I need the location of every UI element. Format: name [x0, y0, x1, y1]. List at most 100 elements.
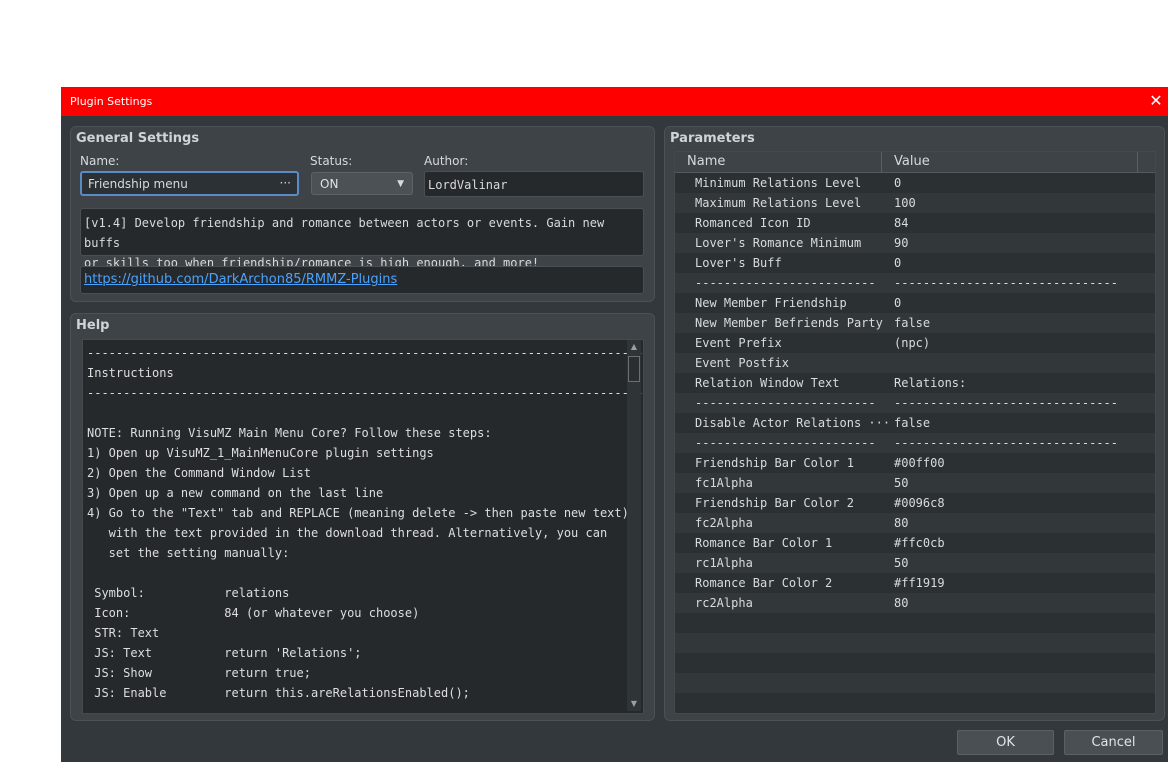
parameter-value: 100	[894, 196, 916, 210]
help-line: 1) Open up VisuMZ_1_MainMenuCore plugin …	[87, 446, 434, 460]
help-title: Help	[76, 318, 110, 333]
parameter-value: #ffc0cb	[894, 536, 945, 550]
parameter-value: 84	[894, 216, 909, 230]
parameter-name: Friendship Bar Color 2	[695, 496, 854, 510]
table-row[interactable]: fc2Alpha 80	[675, 513, 1155, 533]
table-row[interactable]: fc1Alpha 50	[675, 473, 1155, 493]
parameter-name: -------------------------	[695, 436, 876, 450]
table-row[interactable]: ------------------------- ---------------…	[675, 433, 1155, 453]
parameter-name: Romanced Icon ID	[695, 216, 811, 230]
parameter-value: 0	[894, 256, 902, 270]
ok-button[interactable]: OK	[957, 730, 1054, 755]
table-row[interactable]: Friendship Bar Color 2 #0096c8	[675, 493, 1155, 513]
help-line: STR: Text	[87, 626, 160, 640]
table-row[interactable]: Event Postfix	[675, 353, 1155, 373]
table-row[interactable]: Romance Bar Color 1 #ffc0cb	[675, 533, 1155, 553]
author-field[interactable]: LordValinar	[424, 171, 644, 197]
table-row[interactable]	[675, 693, 1155, 713]
scrollbar-thumb[interactable]	[628, 356, 640, 382]
parameters-table: Name Value Minimum Relations Level 0 Maxim…	[674, 151, 1156, 714]
help-line: JS: Show return true;	[87, 666, 311, 680]
name-field[interactable]: Friendship menu ···	[80, 171, 299, 196]
description-line: [v1.4] Develop friendship and romance be…	[84, 216, 605, 250]
parameter-value: #ff1919	[894, 576, 945, 590]
parameter-name: Romance Bar Color 1	[695, 536, 833, 550]
table-row[interactable]: Disable Actor Relations ··· false	[675, 413, 1155, 433]
help-line: NOTE: Running VisuMZ Main Menu Core? Fol…	[87, 426, 492, 440]
url-field: https://github.com/DarkArchon85/RMMZ-Plu…	[80, 266, 644, 294]
help-line: with the text provided in the download t…	[87, 526, 608, 540]
parameter-value: -------------------------------	[894, 276, 1118, 290]
parameter-name: -------------------------	[695, 396, 876, 410]
parameter-value: -------------------------------	[894, 396, 1118, 410]
parameter-name: Lover's Romance Minimum	[695, 236, 862, 250]
column-header-name[interactable]: Name	[687, 154, 725, 169]
help-line: ----------------------------------------…	[87, 346, 644, 360]
table-row[interactable]: Friendship Bar Color 1 #00ff00	[675, 453, 1155, 473]
table-row[interactable]: Event Prefix (npc)	[675, 333, 1155, 353]
name-browse-button[interactable]: ···	[280, 176, 291, 190]
cancel-button[interactable]: Cancel	[1064, 730, 1163, 755]
author-label: Author:	[424, 154, 469, 168]
parameter-name: Relation Window Text	[695, 376, 840, 390]
scroll-down-icon[interactable]: ▼	[627, 697, 641, 711]
parameter-name: Event Postfix	[695, 356, 789, 370]
parameter-value: 50	[894, 556, 909, 570]
parameter-name: fc2Alpha	[695, 516, 753, 530]
parameter-name: Maximum Relations Level	[695, 196, 862, 210]
table-row[interactable]: rc1Alpha 50	[675, 553, 1155, 573]
parameter-name: New Member Befriends Party	[695, 316, 883, 330]
parameter-name: fc1Alpha	[695, 476, 753, 490]
parameters-title: Parameters	[670, 131, 755, 146]
plugin-url-link[interactable]: https://github.com/DarkArchon85/RMMZ-Plu…	[84, 272, 397, 287]
parameter-name: Romance Bar Color 2	[695, 576, 833, 590]
help-line: JS: Enable return this.areRelationsEnabl…	[87, 686, 470, 700]
table-row[interactable]: rc2Alpha 80	[675, 593, 1155, 613]
close-icon[interactable]: ✕	[1146, 90, 1166, 112]
status-select[interactable]: ON ▼	[311, 172, 413, 195]
parameter-value: -------------------------------	[894, 436, 1118, 450]
table-row[interactable]: Relation Window Text Relations:	[675, 373, 1155, 393]
name-label: Name:	[80, 154, 120, 168]
parameter-name: rc2Alpha	[695, 596, 753, 610]
table-row[interactable]: Romanced Icon ID 84	[675, 213, 1155, 233]
description-field[interactable]: [v1.4] Develop friendship and romance be…	[80, 208, 644, 270]
table-row[interactable]: Minimum Relations Level 0	[675, 173, 1155, 193]
help-scrollbar[interactable]: ▲ ▼	[627, 340, 641, 711]
chevron-down-icon: ▼	[397, 179, 404, 189]
column-header-value[interactable]: Value	[894, 154, 930, 169]
parameter-name: Friendship Bar Color 1	[695, 456, 854, 470]
name-value: Friendship menu	[88, 177, 188, 191]
parameter-value: 0	[894, 176, 902, 190]
table-row[interactable]: ------------------------- ---------------…	[675, 393, 1155, 413]
parameter-name: Disable Actor Relations ···	[695, 416, 891, 430]
table-row[interactable]: New Member Friendship 0	[675, 293, 1155, 313]
table-row[interactable]: Lover's Romance Minimum 90	[675, 233, 1155, 253]
help-line: ----------------------------------------…	[87, 386, 644, 400]
scroll-up-icon[interactable]: ▲	[627, 340, 641, 354]
help-line: JS: Text return 'Relations';	[87, 646, 362, 660]
parameter-value: false	[894, 416, 931, 430]
parameter-name: -------------------------	[695, 276, 876, 290]
table-row[interactable]	[675, 633, 1155, 653]
status-label: Status:	[310, 154, 353, 168]
table-row[interactable]: New Member Befriends Party false	[675, 313, 1155, 333]
table-row[interactable]	[675, 613, 1155, 633]
parameter-name: rc1Alpha	[695, 556, 753, 570]
parameter-value: (npc)	[894, 336, 931, 350]
table-row[interactable]: ------------------------- ---------------…	[675, 273, 1155, 293]
table-row[interactable]: Maximum Relations Level 100	[675, 193, 1155, 213]
help-line: Instructions	[87, 366, 174, 380]
table-row[interactable]: Lover's Buff 0	[675, 253, 1155, 273]
help-text-area[interactable]: ----------------------------------------…	[82, 339, 644, 714]
help-line: Icon: 84 (or whatever you choose)	[87, 606, 420, 620]
table-row[interactable]	[675, 673, 1155, 693]
table-row[interactable]	[675, 653, 1155, 673]
parameter-name: Lover's Buff	[695, 256, 782, 270]
table-row[interactable]: Romance Bar Color 2 #ff1919	[675, 573, 1155, 593]
parameter-value: false	[894, 316, 931, 330]
parameter-name: Event Prefix	[695, 336, 782, 350]
parameter-value: #00ff00	[894, 456, 945, 470]
parameter-name: Minimum Relations Level	[695, 176, 862, 190]
parameter-value: 50	[894, 476, 909, 490]
